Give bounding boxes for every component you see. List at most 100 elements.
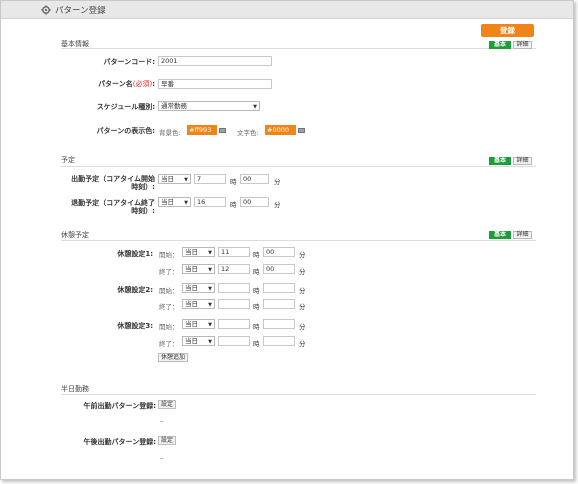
start-minute-input[interactable]: 00 bbox=[240, 174, 269, 184]
break3-end-hour-input[interactable] bbox=[218, 336, 250, 346]
end-time-label-line2: 時刻）: bbox=[131, 207, 155, 215]
break1-label: 休憩設定1: bbox=[117, 250, 153, 258]
break3-end-day-value: 当日 bbox=[185, 337, 198, 345]
break-end-label: 終了： bbox=[159, 303, 179, 311]
break2-start-day-value: 当日 bbox=[185, 284, 198, 292]
detail-mode-badge[interactable]: 詳細 bbox=[513, 157, 532, 165]
minute-unit: 分 bbox=[299, 303, 306, 311]
break1-start-day-value: 当日 bbox=[185, 248, 198, 256]
chevron-down-icon: ▼ bbox=[208, 250, 212, 256]
section-divider bbox=[61, 48, 536, 49]
break1-start-day-select[interactable]: 当日 ▼ bbox=[182, 247, 215, 257]
chevron-down-icon: ▼ bbox=[184, 177, 188, 183]
bg-color-swatch[interactable]: #ff993 bbox=[187, 125, 217, 135]
pattern-name-label-text: パターン名 bbox=[98, 80, 133, 88]
break2-start-day-select[interactable]: 当日 ▼ bbox=[182, 283, 215, 293]
break2-label: 休憩設定2: bbox=[117, 286, 153, 294]
end-day-select[interactable]: 当日 ▼ bbox=[158, 197, 191, 207]
detail-mode-badge[interactable]: 詳細 bbox=[513, 231, 532, 239]
schedule-type-select[interactable]: 通常勤務 ▼ bbox=[158, 101, 260, 111]
end-hour-input[interactable]: 16 bbox=[194, 197, 226, 207]
break2-end-day-select[interactable]: 当日 ▼ bbox=[182, 299, 215, 309]
pattern-code-input[interactable]: 2001 bbox=[158, 56, 272, 66]
chevron-down-icon: ▼ bbox=[184, 200, 188, 206]
start-day-select[interactable]: 当日 ▼ bbox=[158, 174, 191, 184]
start-day-value: 当日 bbox=[161, 175, 174, 183]
pattern-name-colon: : bbox=[152, 80, 155, 88]
break3-start-hour-input[interactable] bbox=[218, 319, 250, 329]
pattern-register-window: パターン登録 登録 基本情報 基本 詳細 パターンコード: 2001 パターン名… bbox=[0, 0, 574, 480]
hour-unit: 時 bbox=[253, 303, 260, 311]
break1-end-minute-input[interactable]: 00 bbox=[263, 264, 295, 274]
break2-start-minute-input[interactable] bbox=[263, 283, 295, 293]
section-divider bbox=[61, 240, 536, 241]
hour-unit: 時 bbox=[253, 268, 260, 276]
break2-start-hour-input[interactable] bbox=[218, 283, 250, 293]
start-time-label-line2: 時刻）: bbox=[131, 183, 155, 191]
break2-end-day-value: 当日 bbox=[185, 300, 198, 308]
register-button[interactable]: 登録 bbox=[481, 24, 534, 37]
minute-unit: 分 bbox=[299, 323, 306, 331]
bg-color-label: 背景色: bbox=[159, 129, 181, 137]
section-half-day-title: 半日勤務 bbox=[61, 385, 89, 393]
pattern-code-label: パターンコード: bbox=[103, 58, 155, 66]
section-breaks-title: 休憩予定 bbox=[61, 231, 89, 239]
break3-start-day-value: 当日 bbox=[185, 320, 198, 328]
required-mark: (必須) bbox=[132, 80, 153, 88]
break1-end-day-select[interactable]: 当日 ▼ bbox=[182, 264, 215, 274]
break-start-label: 開始： bbox=[159, 323, 179, 331]
break1-start-minute-input[interactable]: 00 bbox=[263, 247, 295, 257]
break2-end-hour-input[interactable] bbox=[218, 299, 250, 309]
chevron-down-icon: ▼ bbox=[208, 286, 212, 292]
section-divider bbox=[61, 394, 536, 395]
minute-unit: 分 bbox=[299, 268, 306, 276]
chevron-down-icon: ▼ bbox=[208, 339, 212, 345]
minute-unit: 分 bbox=[274, 201, 281, 209]
text-color-label: 文字色: bbox=[237, 129, 259, 137]
minute-unit: 分 bbox=[274, 178, 281, 186]
break-start-label: 開始： bbox=[159, 287, 179, 295]
hour-unit: 時 bbox=[253, 251, 260, 259]
pattern-name-input[interactable]: 早番 bbox=[158, 79, 272, 89]
chevron-down-icon: ▼ bbox=[208, 267, 212, 273]
minute-unit: 分 bbox=[299, 340, 306, 348]
break-end-label: 終了： bbox=[159, 268, 179, 276]
schedule-type-label: スケジュール種別: bbox=[96, 103, 155, 111]
pattern-name-label: パターン名(必須): bbox=[81, 79, 155, 89]
color-picker-icon[interactable] bbox=[219, 128, 226, 133]
color-picker-icon[interactable] bbox=[298, 128, 305, 133]
add-break-button[interactable]: 休憩追加 bbox=[158, 353, 189, 362]
basic-mode-badge[interactable]: 基本 bbox=[489, 41, 511, 49]
break3-start-minute-input[interactable] bbox=[263, 319, 295, 329]
break3-end-minute-input[interactable] bbox=[263, 336, 295, 346]
am-pattern-label: 午前出勤パターン登録: bbox=[83, 402, 156, 410]
display-color-label: パターンの表示色: bbox=[96, 127, 155, 135]
end-minute-input[interactable]: 00 bbox=[240, 197, 269, 207]
chevron-down-icon: ▼ bbox=[208, 322, 212, 328]
text-color-swatch[interactable]: #0000 bbox=[265, 125, 296, 135]
hour-unit: 時 bbox=[253, 340, 260, 348]
am-pattern-value: – bbox=[160, 417, 164, 425]
break-end-label: 終了： bbox=[159, 340, 179, 348]
gear-icon bbox=[41, 5, 51, 15]
minute-unit: 分 bbox=[299, 287, 306, 295]
end-day-value: 当日 bbox=[161, 198, 174, 206]
pm-pattern-value: – bbox=[160, 454, 164, 462]
break3-end-day-select[interactable]: 当日 ▼ bbox=[182, 336, 215, 346]
break2-end-minute-input[interactable] bbox=[263, 299, 295, 309]
basic-mode-badge[interactable]: 基本 bbox=[489, 231, 511, 239]
detail-mode-badge[interactable]: 詳細 bbox=[513, 41, 532, 49]
am-pattern-set-button[interactable]: 設定 bbox=[158, 400, 177, 409]
break3-label: 休憩設定3: bbox=[117, 322, 153, 330]
chevron-down-icon: ▼ bbox=[253, 104, 257, 110]
start-hour-input[interactable]: 7 bbox=[194, 174, 226, 184]
window-title: パターン登録 bbox=[55, 6, 106, 16]
pm-pattern-set-button[interactable]: 設定 bbox=[158, 436, 177, 445]
hour-unit: 時 bbox=[230, 178, 237, 186]
basic-mode-badge[interactable]: 基本 bbox=[489, 157, 511, 165]
minute-unit: 分 bbox=[299, 251, 306, 259]
pm-pattern-label: 午後出勤パターン登録: bbox=[83, 438, 156, 446]
break1-start-hour-input[interactable]: 11 bbox=[218, 247, 250, 257]
break1-end-hour-input[interactable]: 12 bbox=[218, 264, 250, 274]
break3-start-day-select[interactable]: 当日 ▼ bbox=[182, 319, 215, 329]
